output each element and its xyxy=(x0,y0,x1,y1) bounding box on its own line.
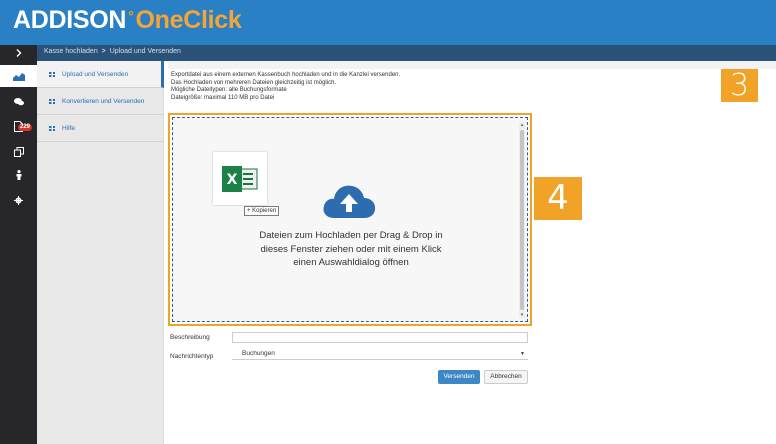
app-header: ADDISON °OneClick xyxy=(0,0,776,45)
cancel-button[interactable]: Abbrechen xyxy=(484,370,528,384)
rail-item-chart[interactable] xyxy=(0,65,37,87)
breadcrumb-separator: > xyxy=(101,48,106,55)
breadcrumb: Kasse hochladen > Upload und Versenden xyxy=(44,48,181,55)
brand-separator: ° xyxy=(128,8,134,24)
callout-three: 3 xyxy=(721,69,758,102)
brand-logo: ADDISON °OneClick xyxy=(13,6,242,35)
scrollbar-thumb[interactable] xyxy=(520,130,524,310)
rail-item-documents[interactable]: 229 xyxy=(0,113,37,139)
rail-item-chat[interactable] xyxy=(0,91,37,113)
excel-file-icon: X xyxy=(213,152,267,205)
content-top-strip xyxy=(168,61,776,69)
description-label: Beschreibung xyxy=(170,334,210,341)
rail-item-person[interactable] xyxy=(0,164,37,186)
message-type-value: Buchungen xyxy=(242,350,275,357)
subnav-item-label: Konvertieren und Versenden xyxy=(62,97,145,105)
dropzone-highlight: X + Kopieren Dateien zum Hochladen per D… xyxy=(168,113,532,326)
subnav-item-label: Hilfe xyxy=(62,124,76,132)
brand-name-part1: ADDISON xyxy=(13,6,127,34)
send-button[interactable]: Versenden xyxy=(438,370,480,384)
subnav-item-label: Upload und Versenden xyxy=(62,70,129,78)
grid-icon xyxy=(49,71,55,77)
info-line: Mögliche Dateitypen: alle Buchungsformat… xyxy=(171,87,287,93)
upload-info-text: Exportdatei aus einem externen Kassenbuc… xyxy=(171,72,400,102)
scroll-up-icon[interactable]: ▴ xyxy=(519,122,525,128)
scroll-down-icon[interactable]: ▾ xyxy=(519,312,525,318)
grid-icon xyxy=(49,125,55,131)
breadcrumb-current: Upload und Versenden xyxy=(109,48,181,55)
person-icon xyxy=(16,170,21,180)
documents-count-badge: 229 xyxy=(18,124,33,131)
chevron-down-icon: ▼ xyxy=(520,351,525,357)
app-window: ADDISON °OneClick Kasse hochladen > Uploa… xyxy=(0,0,776,444)
dropzone-text-line: Dateien zum Hochladen per Drag & Drop in xyxy=(259,230,443,241)
rail-item-copy[interactable] xyxy=(0,141,37,163)
subnav-item-upload-und-versenden[interactable]: Upload und Versenden xyxy=(37,61,164,88)
breadcrumb-parent[interactable]: Kasse hochladen xyxy=(44,48,98,55)
chat-icon xyxy=(13,98,24,106)
svg-text:X: X xyxy=(227,172,238,188)
subnav-item-hilfe[interactable]: Hilfe xyxy=(37,115,164,142)
dropzone-text-line: dieses Fenster ziehen oder mit einem Kli… xyxy=(260,243,442,255)
grid-icon xyxy=(49,98,55,104)
dropzone-text-line: einen Auswahldialog öffnen xyxy=(293,257,409,268)
dropzone-instructions: Dateien zum Hochladen per Drag & Drop in… xyxy=(218,229,484,270)
description-input[interactable] xyxy=(232,332,528,343)
message-type-label: Nachrichtentyp xyxy=(170,353,214,360)
copy-icon xyxy=(13,147,24,157)
chart-icon xyxy=(12,72,25,81)
subnav-item-konvertieren-und-versenden[interactable]: Konvertieren und Versenden xyxy=(37,88,164,115)
main-content: Exportdatei aus einem externen Kassenbuc… xyxy=(168,61,776,444)
callout-four: 4 xyxy=(534,177,582,220)
dropzone-scrollbar[interactable]: ▴ ▾ xyxy=(519,122,525,318)
rail-item-settings[interactable] xyxy=(0,189,37,211)
message-type-select[interactable]: Buchungen ▼ xyxy=(232,349,528,360)
cloud-upload-icon xyxy=(322,180,376,225)
brand-name-part2: OneClick xyxy=(135,6,242,34)
upload-dropzone[interactable]: X + Kopieren Dateien zum Hochladen per D… xyxy=(172,117,528,322)
chevron-right-icon xyxy=(16,49,21,57)
info-line: Exportdatei aus einem externen Kassenbuc… xyxy=(171,72,401,78)
info-line: Dateigröße: maximal 110 MB pro Datei xyxy=(171,94,275,101)
copy-label: + Kopieren xyxy=(244,206,280,216)
info-line: Das Hochladen von mehreren Dateien gleic… xyxy=(171,79,337,86)
icon-rail: 229 xyxy=(0,61,37,444)
sub-navigation: Upload und Versenden Konvertieren und Ve… xyxy=(37,61,164,444)
breadcrumb-bar: Kasse hochladen > Upload und Versenden xyxy=(0,45,776,61)
gear-icon xyxy=(14,195,23,205)
sidebar-toggle-button[interactable] xyxy=(0,45,37,61)
